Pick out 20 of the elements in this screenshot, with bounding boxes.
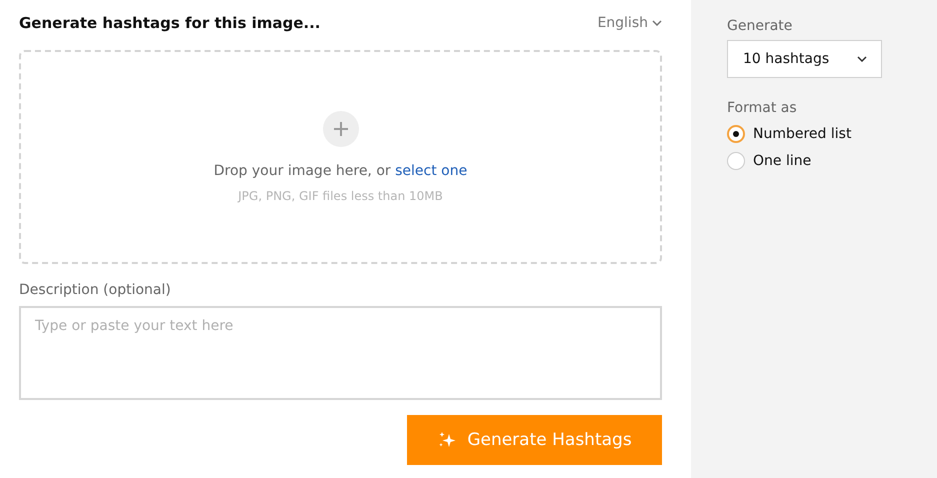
radio-button[interactable]	[727, 125, 745, 143]
radio-button[interactable]	[727, 152, 745, 170]
chevron-icon	[652, 20, 662, 26]
description-label: Description (optional)	[19, 282, 172, 298]
file-hint: JPG, PNG, GIF files less than 10MB	[238, 189, 443, 203]
format-option[interactable]: One line	[727, 152, 901, 170]
add-icon[interactable]	[322, 111, 358, 147]
format-label: Format as	[727, 100, 798, 116]
option-label: Numbered list	[753, 126, 852, 142]
language-dropdown[interactable]: English	[597, 15, 662, 31]
generate-label: Generate	[727, 18, 794, 34]
count-dropdown[interactable]: 10 hashtags	[727, 40, 882, 78]
option-label: One line	[753, 153, 812, 169]
drop-instructions: Drop your image here, or select one	[214, 163, 468, 179]
select-link[interactable]: select one	[395, 163, 468, 179]
chevron-icon	[857, 56, 867, 62]
image-dropzone[interactable]: Drop your image here, or select one JPG, PNG, GIF files less than 10MB	[19, 50, 662, 264]
description-field[interactable]: Type or paste your text here	[19, 306, 662, 400]
page-title: Generate hashtags for this image...	[19, 14, 321, 32]
format-option[interactable]: Numbered list	[727, 125, 901, 143]
